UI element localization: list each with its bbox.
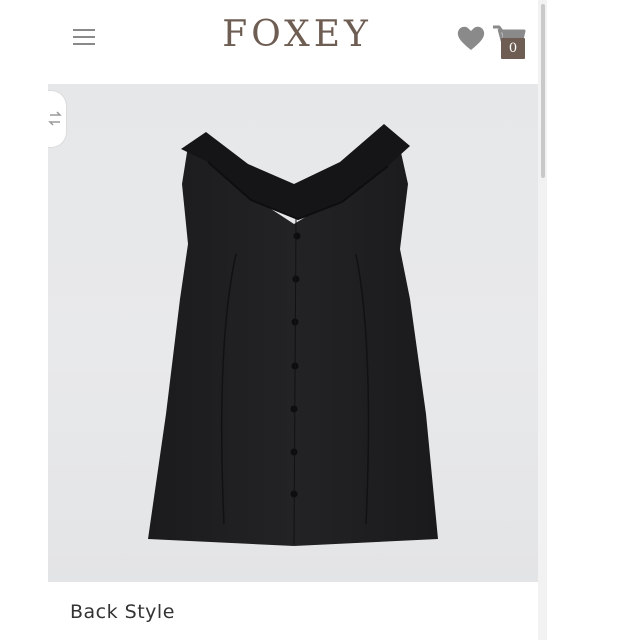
cart-count-badge: 0 [501, 38, 525, 59]
product-photo-top [148, 124, 438, 546]
product-image [48, 84, 546, 582]
site-header: FOXEY 0 [48, 0, 546, 82]
heart-icon[interactable] [456, 24, 486, 52]
image-caption: Back Style [70, 601, 175, 623]
swap-arrows-icon [48, 111, 62, 126]
scrollbar-thumb[interactable] [541, 4, 545, 178]
image-swap-tab[interactable] [48, 90, 67, 148]
page-scrollbar[interactable] [538, 0, 547, 640]
